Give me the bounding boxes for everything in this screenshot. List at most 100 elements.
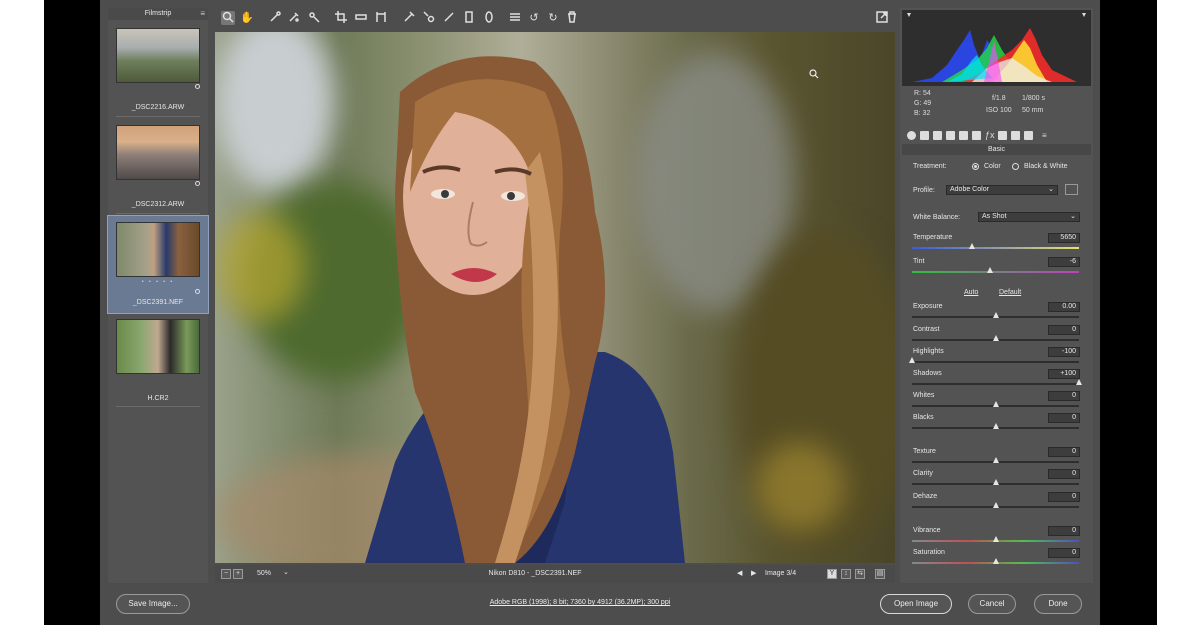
filmstrip-menu-icon[interactable]: ≡: [200, 8, 205, 20]
treatment-bw-label: Black & White: [1024, 163, 1068, 170]
slider-thumb-vibrance[interactable]: [992, 536, 999, 542]
slider-thumb-clarity[interactable]: [992, 479, 999, 485]
slider-value-dehaze[interactable]: 0: [1048, 492, 1080, 502]
tab-presets-icon[interactable]: [1011, 131, 1020, 140]
profile-browser-icon[interactable]: [1065, 184, 1078, 195]
filmstrip-divider: [116, 406, 200, 407]
slider-thumb-tint[interactable]: [987, 267, 994, 273]
fullscreen-toggle-icon[interactable]: [875, 11, 889, 25]
white-balance-tool-icon[interactable]: [268, 11, 282, 25]
filmstrip-item[interactable]: _DSC2312.ARW: [108, 119, 208, 216]
cancel-button[interactable]: Cancel: [968, 594, 1016, 614]
slider-track-tint[interactable]: [912, 271, 1079, 273]
rgb-green-readout: G: 49: [914, 100, 932, 107]
preferences-icon[interactable]: [508, 11, 522, 25]
slider-thumb-saturation[interactable]: [992, 558, 999, 564]
tab-snapshots-icon[interactable]: [1024, 131, 1033, 140]
slider-thumb-whites[interactable]: [992, 401, 999, 407]
slider-value-blacks[interactable]: 0: [1048, 413, 1080, 423]
zoom-tool-icon[interactable]: [221, 11, 235, 25]
done-button[interactable]: Done: [1034, 594, 1082, 614]
copy-settings-button[interactable]: ⇆: [855, 569, 865, 579]
slider-thumb-blacks[interactable]: [992, 423, 999, 429]
trash-icon[interactable]: [565, 11, 579, 25]
white-balance-select[interactable]: As Shot ⌄: [978, 212, 1080, 222]
slider-value-tint[interactable]: -6: [1048, 257, 1080, 267]
slider-value-temperature[interactable]: 5650: [1048, 233, 1080, 243]
zoom-in-button[interactable]: +: [233, 569, 243, 579]
toggle-default-button[interactable]: ▤: [875, 569, 885, 579]
treatment-label: Treatment:: [913, 163, 947, 170]
slider-thumb-texture[interactable]: [992, 457, 999, 463]
spot-removal-tool-icon[interactable]: [402, 11, 416, 25]
tab-calibration-icon[interactable]: [998, 131, 1007, 140]
targeted-adjustment-tool-icon[interactable]: [307, 11, 321, 25]
tab-tone-curve-icon[interactable]: [920, 131, 929, 140]
straighten-tool-icon[interactable]: [354, 11, 368, 25]
slider-track-highlights[interactable]: [912, 361, 1079, 363]
color-sampler-tool-icon[interactable]: [287, 11, 301, 25]
tools-toolbar: ✋ ↺ ↻: [215, 8, 895, 30]
rotate-cw-icon[interactable]: ↻: [546, 11, 560, 25]
hand-tool-icon[interactable]: ✋: [240, 11, 254, 25]
slider-value-exposure[interactable]: 0.00: [1048, 302, 1080, 312]
slider-value-clarity[interactable]: 0: [1048, 469, 1080, 479]
adjustment-brush-tool-icon[interactable]: [442, 11, 456, 25]
save-image-button[interactable]: Save Image...: [116, 594, 190, 614]
swap-settings-button[interactable]: ↕: [841, 569, 851, 579]
focal-length-readout: 50 mm: [1022, 107, 1044, 114]
rotate-ccw-icon[interactable]: ↺: [527, 11, 541, 25]
treatment-color-radio[interactable]: [972, 163, 979, 170]
previous-image-icon[interactable]: ◀: [737, 569, 742, 577]
slider-value-texture[interactable]: 0: [1048, 447, 1080, 457]
slider-thumb-highlights[interactable]: [909, 357, 915, 363]
tab-detail-icon[interactable]: [933, 131, 942, 140]
slider-value-shadows[interactable]: +100: [1048, 369, 1080, 379]
filmstrip-item[interactable]: _DSC2216.ARW: [108, 22, 208, 119]
slider-value-vibrance[interactable]: 0: [1048, 526, 1080, 536]
workflow-options-link[interactable]: Adobe RGB (1998); 8 bit; 7360 by 4912 (3…: [420, 599, 740, 606]
auto-button[interactable]: Auto: [964, 289, 978, 296]
image-preview[interactable]: [215, 32, 895, 563]
zoom-dropdown-icon[interactable]: ⌄: [283, 568, 289, 576]
before-after-toggle-button[interactable]: Y: [827, 569, 837, 579]
edited-badge-icon: [195, 181, 200, 186]
iso-readout: ISO 100: [986, 107, 1012, 114]
zoom-out-button[interactable]: −: [221, 569, 231, 579]
tab-basic-icon[interactable]: [907, 131, 916, 140]
default-button[interactable]: Default: [999, 289, 1021, 296]
radial-filter-tool-icon[interactable]: [482, 11, 496, 25]
tab-hsl-icon[interactable]: [946, 131, 955, 140]
filmstrip-item[interactable]: H.CR2: [108, 313, 208, 410]
treatment-bw-radio[interactable]: [1012, 163, 1019, 170]
graduated-filter-tool-icon[interactable]: [462, 11, 476, 25]
slider-thumb-contrast[interactable]: [992, 335, 999, 341]
panel-menu-icon[interactable]: ≡: [1042, 131, 1051, 140]
slider-thumb-exposure[interactable]: [992, 312, 999, 318]
crop-tool-icon[interactable]: [334, 11, 348, 25]
rating-stars[interactable]: • • • • •: [108, 279, 208, 285]
slider-track-temperature[interactable]: [912, 247, 1079, 249]
slider-thumb-temperature[interactable]: [969, 243, 976, 249]
red-eye-tool-icon[interactable]: [422, 11, 436, 25]
open-image-button[interactable]: Open Image: [880, 594, 952, 614]
slider-track-shadows[interactable]: [912, 383, 1079, 385]
profile-select[interactable]: Adobe Color ⌄: [946, 185, 1058, 195]
next-image-icon[interactable]: ▶: [751, 569, 756, 577]
slider-value-contrast[interactable]: 0: [1048, 325, 1080, 335]
slider-value-saturation[interactable]: 0: [1048, 548, 1080, 558]
slider-value-whites[interactable]: 0: [1048, 391, 1080, 401]
slider-label-contrast: Contrast: [913, 326, 940, 333]
image-counter: Image 3/4: [765, 570, 797, 577]
slider-thumb-dehaze[interactable]: [992, 502, 999, 508]
tab-split-toning-icon[interactable]: [959, 131, 968, 140]
slider-label-texture: Texture: [913, 448, 936, 455]
tab-effects-icon[interactable]: ƒx: [985, 131, 995, 140]
zoom-level[interactable]: 50%: [257, 570, 271, 577]
transform-tool-icon[interactable]: [374, 11, 388, 25]
slider-value-highlights[interactable]: -100: [1048, 347, 1080, 357]
tab-lens-corrections-icon[interactable]: [972, 131, 981, 140]
filmstrip-item-selected[interactable]: • • • • • _DSC2391.NEF: [107, 215, 209, 314]
rgb-red-readout: R: 54: [914, 90, 931, 97]
slider-thumb-shadows[interactable]: [1076, 379, 1082, 385]
